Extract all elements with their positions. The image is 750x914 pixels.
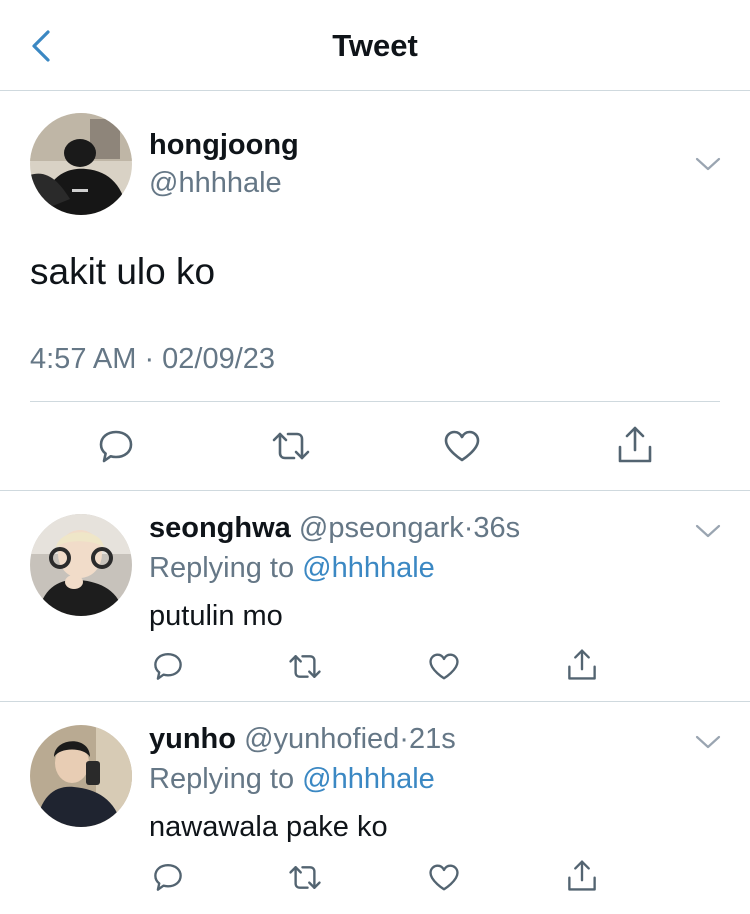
like-button[interactable] (428, 863, 460, 892)
separator-dot: · (463, 512, 474, 544)
like-button[interactable] (428, 652, 460, 681)
replying-to-label: Replying to (149, 552, 303, 584)
share-icon (568, 649, 596, 680)
header-bar: Tweet (0, 0, 750, 91)
chevron-down-icon (695, 157, 721, 171)
replying-to-label: Replying to (149, 763, 303, 795)
display-name[interactable]: yunho (149, 723, 236, 755)
separator-dot: · (399, 723, 409, 755)
chevron-down-icon (695, 735, 721, 749)
heart-icon (429, 653, 459, 680)
retweet-button[interactable] (270, 429, 312, 463)
more-options-button[interactable] (694, 155, 722, 173)
tweet-text: sakit ulo ko (30, 251, 216, 292)
avatar[interactable] (30, 113, 132, 215)
retweet-button[interactable] (287, 652, 323, 681)
replying-to-link[interactable]: @hhhhale (302, 552, 435, 584)
display-name[interactable]: hongjoong (149, 129, 299, 162)
user-handle[interactable]: @yunhofied (244, 723, 399, 755)
reply-tweet[interactable]: yunho @yunhofied·21s Replying to @hhhhal… (0, 703, 750, 914)
share-button[interactable] (616, 425, 654, 465)
share-icon (618, 426, 652, 463)
reply-button[interactable] (97, 427, 135, 465)
retweet-icon (289, 655, 321, 678)
more-options-button[interactable] (694, 733, 722, 751)
retweet-button[interactable] (287, 863, 323, 892)
chevron-down-icon (695, 524, 721, 538)
reply-age: 36s (473, 512, 521, 544)
reply-icon (99, 430, 133, 463)
divider (30, 401, 720, 402)
replying-to-link[interactable]: @hhhhale (302, 763, 435, 795)
reply-button[interactable] (152, 650, 184, 682)
avatar[interactable] (30, 725, 132, 827)
reply-button[interactable] (152, 861, 184, 893)
heart-icon (429, 864, 459, 891)
share-button[interactable] (566, 648, 598, 682)
user-handle[interactable]: @hhhhale (149, 167, 282, 200)
reply-header: yunho @yunhofied·21s (149, 723, 456, 756)
reply-icon (154, 653, 182, 680)
replying-to: Replying to @hhhhale (149, 552, 435, 585)
reply-text: putulin mo (149, 600, 283, 632)
reply-tweet[interactable]: seonghwa @pseongark·36s Replying to @hhh… (0, 492, 750, 702)
display-name[interactable]: seonghwa (149, 512, 291, 544)
replying-to: Replying to @hhhhale (149, 763, 435, 796)
tweet-timestamp[interactable]: 4:57 AM · 02/09/23 (30, 343, 275, 376)
heart-icon (444, 430, 480, 462)
more-options-button[interactable] (694, 522, 722, 540)
page-title: Tweet (332, 28, 418, 63)
share-icon (568, 860, 596, 891)
retweet-icon (289, 866, 321, 889)
reply-text: nawawala pake ko (149, 811, 388, 843)
avatar[interactable] (30, 514, 132, 616)
reply-age: 21s (408, 723, 456, 755)
reply-header: seonghwa @pseongark·36s (149, 512, 520, 545)
user-handle[interactable]: @pseongark (299, 512, 464, 544)
main-tweet: hongjoong @hhhhale sakit ulo ko 4:57 AM … (0, 91, 750, 491)
retweet-icon (272, 432, 310, 460)
reply-icon (154, 864, 182, 891)
like-button[interactable] (443, 429, 481, 463)
share-button[interactable] (566, 859, 598, 893)
